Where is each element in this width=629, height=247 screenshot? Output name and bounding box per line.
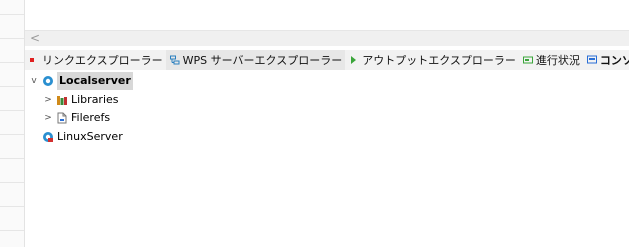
console-icon: [586, 55, 597, 65]
server-tree: v Localserver > Libraries > Filerefs Lin…: [25, 72, 629, 247]
collapse-chevron-icon[interactable]: v: [28, 72, 40, 90]
tab-label: リンクエクスプローラー: [42, 54, 163, 67]
horizontal-scrollbar[interactable]: <: [25, 30, 629, 46]
progress-icon: [522, 55, 533, 65]
server-explorer-icon: [169, 55, 180, 65]
tab-console[interactable]: コンソール: [583, 50, 629, 70]
tab-progress[interactable]: 進行状況: [519, 50, 583, 70]
tab-output-explorer[interactable]: アウトプットエクスプローラー: [345, 50, 519, 70]
scroll-left-icon[interactable]: <: [30, 31, 40, 46]
tree-node-label: Filerefs: [71, 111, 111, 124]
tree-node-label: LinuxServer: [57, 130, 123, 143]
tree-node-libraries[interactable]: > Libraries: [42, 91, 119, 109]
app-window: < リンクエクスプローラー WPS サーバーエクスプローラー アウトプットエクス…: [0, 0, 629, 247]
server-icon: [42, 131, 54, 143]
tab-label: アウトプットエクスプローラー: [362, 54, 516, 67]
editor-area[interactable]: [25, 0, 629, 30]
tree-node-filerefs[interactable]: > Filerefs: [42, 109, 110, 127]
tab-link-explorer[interactable]: リンクエクスプローラー: [25, 50, 166, 70]
tree-node-label: Localserver: [57, 72, 133, 90]
link-explorer-icon: [29, 55, 39, 65]
libraries-icon: [56, 94, 68, 106]
left-ruler: [0, 0, 25, 247]
expand-chevron-icon[interactable]: >: [42, 109, 54, 127]
tab-label: 進行状況: [535, 54, 580, 67]
file-reference-icon: [56, 112, 68, 124]
tab-wps-server-explorer[interactable]: WPS サーバーエクスプローラー: [165, 50, 346, 70]
output-explorer-icon: [349, 55, 359, 65]
tab-label: コンソール: [599, 54, 629, 67]
tree-node-label: Libraries: [71, 93, 119, 106]
tree-node-linuxserver[interactable]: LinuxServer: [42, 128, 123, 146]
tab-label: WPS サーバーエクスプローラー: [182, 54, 343, 67]
tree-node-localserver[interactable]: v Localserver: [28, 72, 133, 90]
server-icon: [42, 75, 54, 87]
expand-chevron-icon[interactable]: >: [42, 91, 54, 109]
view-tab-bar: リンクエクスプローラー WPS サーバーエクスプローラー アウトプットエクスプロ…: [25, 50, 629, 70]
